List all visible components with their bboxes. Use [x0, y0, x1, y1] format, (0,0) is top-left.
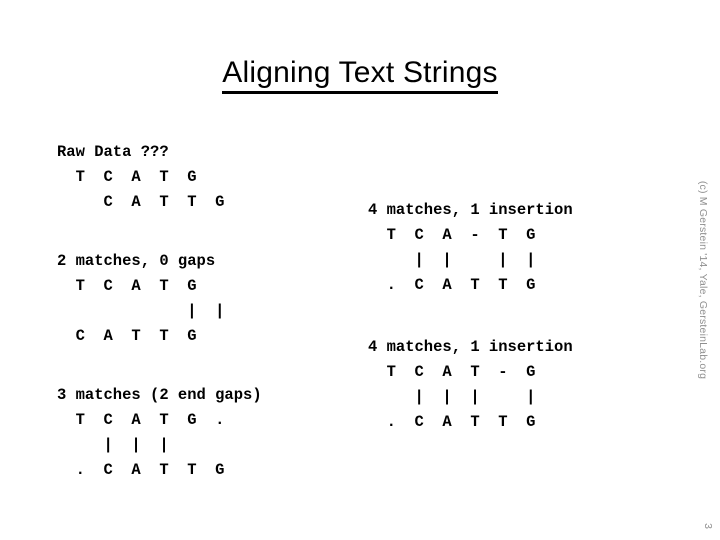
three-matches-top-sequence: T C A T G .	[57, 411, 225, 429]
four-matches-a-match-bars: | | | |	[368, 251, 536, 269]
alignment-block-raw-data: Raw Data ??? T C A T G C A T T G	[57, 140, 377, 215]
four-matches-a-top-sequence: T C A - T G	[368, 226, 536, 244]
four-matches-b-match-bars: | | | |	[368, 388, 536, 406]
page-title-text: Aligning Text Strings	[222, 56, 498, 94]
two-matches-header: 2 matches, 0 gaps	[57, 252, 216, 270]
two-matches-match-bars: | |	[57, 302, 225, 320]
spacer-left-2	[57, 349, 377, 383]
credit-sidebar: (c) M Gerstein '14, Yale, GersteinLab.or…	[697, 181, 720, 540]
spacer-right-1	[368, 298, 698, 335]
raw-data-top-sequence: T C A T G	[57, 168, 197, 186]
four-matches-a-bottom-sequence: . C A T T G	[368, 276, 536, 294]
alignment-block-four-matches-b: 4 matches, 1 insertion T C A T - G | | |…	[368, 335, 698, 435]
four-matches-b-header: 4 matches, 1 insertion	[368, 338, 573, 356]
left-alignment-column: Raw Data ??? T C A T G C A T T G 2 match…	[57, 140, 377, 483]
alignment-block-four-matches-a: 4 matches, 1 insertion T C A - T G | | |…	[368, 198, 698, 298]
right-alignment-column: 4 matches, 1 insertion T C A - T G | | |…	[368, 198, 698, 435]
three-matches-bottom-sequence: . C A T T G	[57, 461, 225, 479]
three-matches-header: 3 matches (2 end gaps)	[57, 386, 262, 404]
four-matches-b-bottom-sequence: . C A T T G	[368, 413, 536, 431]
three-matches-match-bars: | | |	[57, 436, 169, 454]
credit-text: (c) M Gerstein '14, Yale, GersteinLab.or…	[697, 180, 709, 380]
raw-data-header: Raw Data ???	[57, 143, 169, 161]
slide-canvas: Aligning Text Strings Raw Data ??? T C A…	[0, 0, 720, 540]
page-number: 3	[702, 523, 714, 529]
alignment-block-three-matches: 3 matches (2 end gaps) T C A T G . | | |…	[57, 383, 377, 483]
page-title: Aligning Text Strings	[0, 56, 720, 94]
spacer-left-1	[57, 215, 377, 249]
two-matches-top-sequence: T C A T G	[57, 277, 197, 295]
raw-data-bottom-sequence: C A T T G	[57, 193, 225, 211]
four-matches-b-top-sequence: T C A T - G	[368, 363, 536, 381]
two-matches-bottom-sequence: C A T T G	[57, 327, 197, 345]
four-matches-a-header: 4 matches, 1 insertion	[368, 201, 573, 219]
alignment-block-two-matches: 2 matches, 0 gaps T C A T G | | C A T T …	[57, 249, 377, 349]
